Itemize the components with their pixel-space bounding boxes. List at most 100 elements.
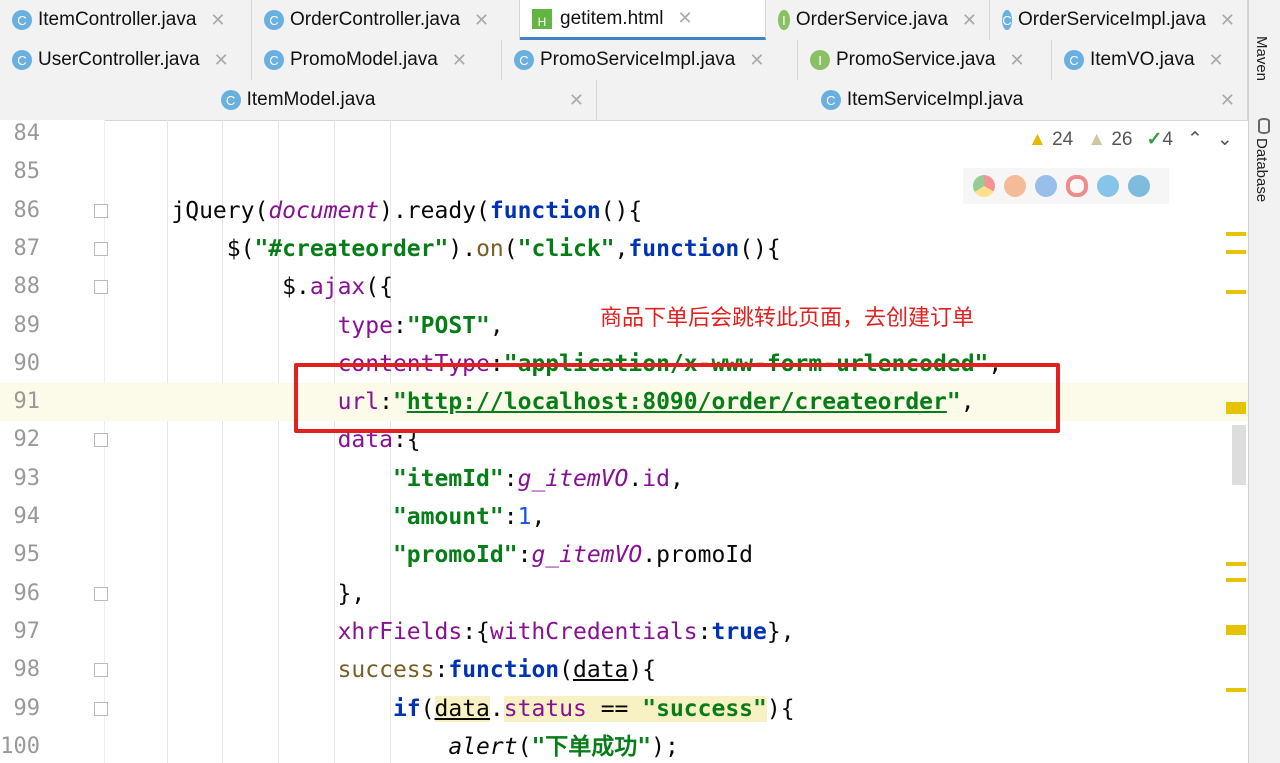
close-icon[interactable]: ✕: [962, 10, 977, 31]
code-token: "itemId": [392, 465, 504, 492]
class-icon: C: [264, 50, 284, 70]
tab-itemserviceimpl-java[interactable]: C ItemServiceImpl.java ✕: [597, 80, 1248, 120]
code-line[interactable]: 97 xhrFields:{withCredentials:true},: [0, 613, 1248, 651]
tab-row-1: C ItemController.java ✕ C OrderController.ja…: [0, 0, 1248, 41]
line-number: 100: [0, 733, 40, 759]
class-icon: C: [220, 90, 241, 110]
tab-itemcontroller-java[interactable]: C ItemController.java ✕: [0, 0, 252, 40]
warning-count[interactable]: ▲ 24: [1028, 129, 1073, 151]
scroll-marker[interactable]: [1226, 290, 1246, 294]
line-number: 86: [13, 197, 41, 223]
scroll-marker[interactable]: [1226, 578, 1246, 582]
code-token: success: [337, 657, 435, 684]
code-token: xhrFields: [337, 618, 463, 645]
tab-usercontroller-java[interactable]: C UserController.java ✕: [0, 40, 252, 80]
tab-label: PromoModel.java: [290, 49, 438, 70]
code-line[interactable]: 99 if(data.status == "success"){: [0, 690, 1248, 728]
maven-tool-button[interactable]: Maven: [1253, 36, 1270, 81]
close-icon[interactable]: ✕: [210, 10, 225, 31]
line-number: 93: [13, 465, 41, 491]
close-icon[interactable]: ✕: [569, 90, 584, 111]
edge-icon[interactable]: [1128, 175, 1150, 197]
fold-marker-icon[interactable]: [94, 433, 108, 448]
fold-marker-icon[interactable]: [94, 203, 108, 218]
code-token: (: [517, 733, 532, 760]
code-token: 1: [517, 504, 532, 530]
code-line[interactable]: 96 },: [0, 575, 1248, 613]
close-icon[interactable]: ✕: [749, 50, 764, 71]
previous-problem-icon[interactable]: ⌃: [1187, 128, 1203, 151]
line-number: 92: [13, 427, 41, 453]
close-icon[interactable]: ✕: [474, 10, 489, 31]
code-text: "promoId":g_itemVO.promoId: [116, 536, 753, 574]
close-icon[interactable]: ✕: [214, 50, 229, 71]
opera-icon[interactable]: [1066, 175, 1088, 197]
safari-icon[interactable]: [1035, 175, 1057, 197]
fold-marker-icon[interactable]: [94, 586, 108, 601]
tab-getitem-html[interactable]: Hgetitem.html ✕: [520, 0, 766, 40]
typo-count[interactable]: ✓4: [1146, 128, 1173, 151]
tab-itemmodel-java[interactable]: C ItemModel.java ✕: [0, 80, 597, 120]
weak-warning-icon: ▲: [1087, 128, 1107, 150]
line-number: 97: [13, 618, 41, 644]
tab-promoserviceimpl-java[interactable]: C PromoServiceImpl.java ✕: [502, 40, 798, 80]
scroll-marker[interactable]: [1226, 688, 1246, 692]
close-icon[interactable]: ✕: [1209, 50, 1224, 71]
code-line[interactable]: 93 "itemId":g_itemVO.id,: [0, 460, 1248, 498]
chrome-icon[interactable]: [973, 175, 995, 197]
scroll-marker[interactable]: [1226, 232, 1246, 236]
code-token: function: [448, 657, 560, 684]
ie-icon[interactable]: [1097, 175, 1119, 197]
tab-itemvo-java[interactable]: C ItemVO.java ✕: [1052, 40, 1248, 80]
code-line[interactable]: 98 success:function(data){: [0, 651, 1248, 689]
scrollbar-thumb[interactable]: [1232, 425, 1246, 485]
tab-row-2: C UserController.java ✕ C PromoModel.java ✕ C P…: [0, 40, 1248, 81]
code-token: data: [573, 657, 629, 684]
tab-orderserviceimpl-java[interactable]: C OrderServiceImpl.java ✕: [990, 0, 1248, 40]
next-problem-icon[interactable]: ⌄: [1217, 128, 1233, 151]
code-line[interactable]: 94 "amount":1,: [0, 498, 1248, 536]
close-icon[interactable]: ✕: [1220, 10, 1235, 31]
code-token: "click": [517, 235, 615, 262]
scroll-marker[interactable]: [1226, 250, 1246, 254]
scroll-marker[interactable]: [1226, 625, 1246, 635]
code-line[interactable]: 100 alert("下单成功");: [0, 728, 1248, 763]
interface-icon: I: [810, 50, 830, 70]
code-token: g_itemVO: [531, 542, 643, 569]
line-number: 98: [13, 657, 41, 683]
fold-marker-icon[interactable]: [94, 663, 108, 678]
tab-promomodel-java[interactable]: C PromoModel.java ✕: [252, 40, 502, 80]
code-text: if(data.status == "success"){: [116, 690, 795, 728]
fold-marker-icon[interactable]: [94, 701, 108, 716]
close-icon[interactable]: ✕: [452, 50, 467, 71]
line-number: 96: [13, 580, 41, 606]
database-tool-button[interactable]: Database: [1253, 138, 1270, 202]
close-icon[interactable]: ✕: [1009, 50, 1024, 71]
tab-ordercontroller-java[interactable]: C OrderController.java ✕: [252, 0, 520, 40]
code-token: ==: [586, 695, 643, 722]
scroll-marker[interactable]: [1226, 562, 1246, 566]
code-token: ({: [365, 274, 393, 301]
inspection-widget[interactable]: ▲ 24 ▲ 26 ✓4 ⌃ ⌄: [1028, 128, 1233, 151]
code-editor[interactable]: 84 85 86 jQuery(document).ready(function()…: [0, 120, 1248, 763]
code-line[interactable]: 87 $("#createorder").on("click",function…: [0, 230, 1248, 268]
tab-promoservice-java[interactable]: I PromoService.java ✕: [798, 40, 1052, 80]
code-token: function: [489, 197, 601, 224]
annotation-text: 商品下单后会跳转此页面，去创建订单: [600, 305, 975, 330]
fold-marker-icon[interactable]: [94, 280, 108, 295]
weak-warning-count[interactable]: ▲ 26: [1087, 129, 1132, 151]
firefox-icon[interactable]: [1004, 175, 1026, 197]
tab-label: getitem.html: [560, 7, 664, 29]
code-token: withCredentials: [489, 618, 698, 645]
scroll-marker[interactable]: [1226, 402, 1246, 414]
code-token: (: [559, 657, 573, 684]
close-icon[interactable]: ✕: [677, 8, 692, 29]
close-icon[interactable]: ✕: [1220, 90, 1235, 111]
tab-label: PromoServiceImpl.java: [540, 49, 736, 70]
fold-marker-icon[interactable]: [94, 241, 108, 256]
code-line[interactable]: 95 "promoId":g_itemVO.promoId: [0, 536, 1248, 574]
check-icon: ✓: [1146, 129, 1163, 150]
tab-orderservice-java[interactable]: I OrderService.java ✕: [766, 0, 990, 40]
code-token: "amount": [392, 504, 504, 530]
